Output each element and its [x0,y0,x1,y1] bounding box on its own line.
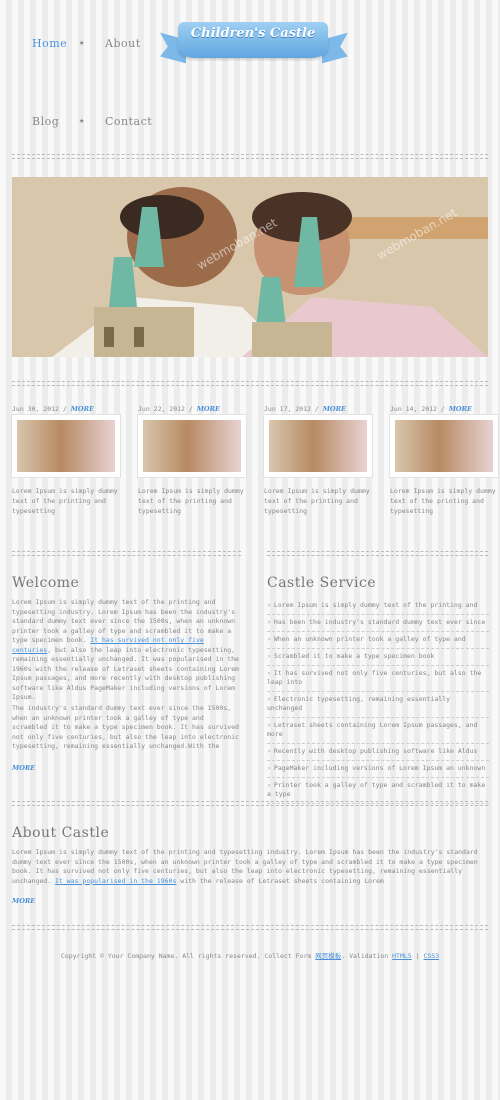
welcome-divider [12,551,241,556]
hero-image: webmoban.net webmoban.net [12,177,488,357]
hero-photo-illustration [12,177,488,357]
arrow-icon: › [267,695,271,703]
post-thumbnail[interactable] [264,415,372,477]
service-item-label: PageMaker including versions of Lorem Ip… [273,764,486,772]
post-excerpt: Lorem Ipsum is simply dummy text of the … [264,487,370,515]
about-more-link[interactable]: MORE [12,897,35,905]
post-meta-sep: / [62,405,67,413]
service-item-label: Letraset sheets containing Lorem Ipsum p… [267,721,478,738]
post-excerpt: Lorem Ipsum is simply dummy text of the … [12,487,118,515]
footer-divider [12,925,488,930]
site-logo[interactable]: Children's Castle [160,20,348,72]
hero-divider [12,381,488,386]
service-item-label: When an unknown printer took a galley of… [273,635,466,643]
service-list-item[interactable]: › Scrambled it to make a type specimen bo… [267,649,489,666]
service-list-item[interactable]: › Has been the industry's standard dummy … [267,615,489,632]
post-meta: Jun 22, 2012 / MORE [138,405,220,413]
post-meta-sep: / [314,405,319,413]
post-more-link[interactable]: MORE [197,405,220,413]
nav-blog-link[interactable]: Blog [32,115,59,128]
post-thumbnail[interactable] [138,415,246,477]
about-divider [12,801,488,806]
footer-validation-label: . Validation [341,952,393,960]
welcome-paragraph-1: Lorem Ipsum is simply dummy text of the … [12,598,242,703]
service-list-item[interactable]: › Lorem Ipsum is simply dummy text of the… [267,598,489,615]
service-list-item[interactable]: › It has survived not only five centuries… [267,666,489,692]
service-list-item[interactable]: › Recently with desktop publishing softwa… [267,744,489,761]
nav-separator-star: ★ [79,38,85,48]
about-paragraph: Lorem Ipsum is simply dummy text of the … [12,848,482,886]
service-list-item[interactable]: › Electronic typesetting, remaining essen… [267,692,489,718]
post-meta-sep: / [188,405,193,413]
post-date: Jun 17, 2012 [264,405,311,413]
service-item-label: Lorem Ipsum is simply dummy text of the … [273,601,478,609]
post-meta-sep: / [440,405,445,413]
post-more-link[interactable]: MORE [323,405,346,413]
arrow-icon: › [267,618,271,626]
post-meta: Jun 17, 2012 / MORE [264,405,346,413]
service-list-item[interactable]: › When an unknown printer took a galley o… [267,632,489,649]
service-item-label: Scrambled it to make a type specimen boo… [273,652,435,660]
nav-contact-link[interactable]: Contact [105,115,152,128]
footer-html5-link[interactable]: HTML5 [392,952,412,960]
welcome-text: , but also the leap into electronic type… [12,645,239,702]
arrow-icon: › [267,635,271,643]
about-heading: About Castle [12,825,110,841]
post-thumbnail-image [17,420,115,472]
about-text: with the release of Letraset sheets cont… [176,876,384,885]
service-list-item[interactable]: › PageMaker including versions of Lorem I… [267,761,489,778]
nav-separator-star: ★ [79,116,85,126]
post-more-link[interactable]: MORE [71,405,94,413]
service-item-label: It has survived not only five centuries,… [267,669,482,686]
service-list-item[interactable]: › Letraset sheets containing Lorem Ipsum … [267,718,489,744]
service-item-label: Has been the industry's standard dummy t… [273,618,486,626]
welcome-paragraph-2: The industry's standard dummy text ever … [12,704,239,750]
footer: Copyright © Your Company Name. All right… [0,950,500,960]
arrow-icon: › [267,764,271,772]
service-item-label: Printer took a galley of type and scramb… [267,781,486,798]
nav-about-link[interactable]: About [105,37,141,50]
post-more-link[interactable]: MORE [449,405,472,413]
post-thumbnail[interactable] [12,415,120,477]
post-thumbnail[interactable] [390,415,498,477]
post-thumbnail-image [395,420,493,472]
nav-home-link[interactable]: Home [32,37,67,50]
post-excerpt: Lorem Ipsum is simply dummy text of the … [390,487,496,515]
arrow-icon: › [267,652,271,660]
arrow-icon: › [267,721,271,729]
post-thumbnail-image [269,420,367,472]
logo-text: Children's Castle [190,26,316,41]
welcome-heading: Welcome [12,575,80,591]
service-divider [267,551,488,556]
footer-collect-link[interactable]: 网页模板 [315,952,341,960]
post-meta: Jun 30, 2012 / MORE [12,405,94,413]
post-date: Jun 14, 2012 [390,405,437,413]
service-item-label: Recently with desktop publishing softwar… [273,747,478,755]
post-meta: Jun 14, 2012 / MORE [390,405,472,413]
footer-css3-link[interactable]: CSS3 [423,952,439,960]
service-item-label: Electronic typesetting, remaining essent… [267,695,451,712]
service-heading: Castle Service [267,575,377,591]
post-date: Jun 30, 2012 [12,405,59,413]
post-thumbnail-image [143,420,241,472]
arrow-icon: › [267,747,271,755]
welcome-more-link[interactable]: MORE [12,764,35,772]
arrow-icon: › [267,669,271,677]
arrow-icon: › [267,601,271,609]
footer-copyright: Copyright © Your Company Name. All right… [60,952,316,960]
post-date: Jun 22, 2012 [138,405,185,413]
post-excerpt: Lorem Ipsum is simply dummy text of the … [138,487,244,515]
arrow-icon: › [267,781,271,789]
about-inline-link[interactable]: It was popularised in the 1960s [55,877,176,885]
footer-separator: | [411,952,424,960]
service-list: › Lorem Ipsum is simply dummy text of the… [267,598,489,804]
header-divider [12,154,488,159]
